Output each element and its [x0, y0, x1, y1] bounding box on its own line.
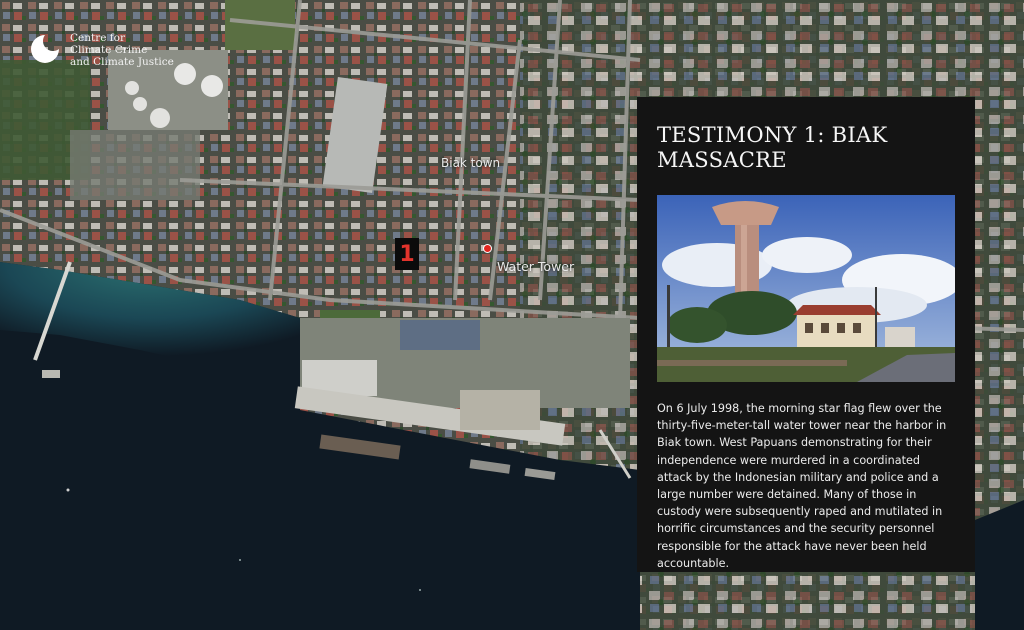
logo-line-2: Climate Crime	[70, 44, 148, 56]
panel-title: TESTIMONY 1: BIAK MASSACRE	[657, 123, 888, 172]
testimony-text: On 6 July 1998, the morning star flag fl…	[657, 402, 947, 570]
organization-logo[interactable]: Centre for Climate Crime and Climate Jus…	[28, 32, 174, 68]
crescent-logo-icon	[31, 35, 59, 63]
testimony-panel: TESTIMONY 1: BIAK MASSACRE On 6 July 199…	[637, 97, 975, 572]
logo-line-3: and Climate Justice	[70, 56, 174, 68]
logo-line-1: Centre for	[70, 32, 126, 44]
water-tower-photo	[657, 195, 955, 382]
logo-text: Centre for Climate Crime and Climate Jus…	[70, 32, 174, 68]
pin-label: Water Tower	[497, 259, 575, 274]
testimony-marker[interactable]: 1	[395, 238, 419, 270]
town-label: Biak town	[441, 156, 501, 170]
location-pin-icon[interactable]	[483, 244, 492, 253]
